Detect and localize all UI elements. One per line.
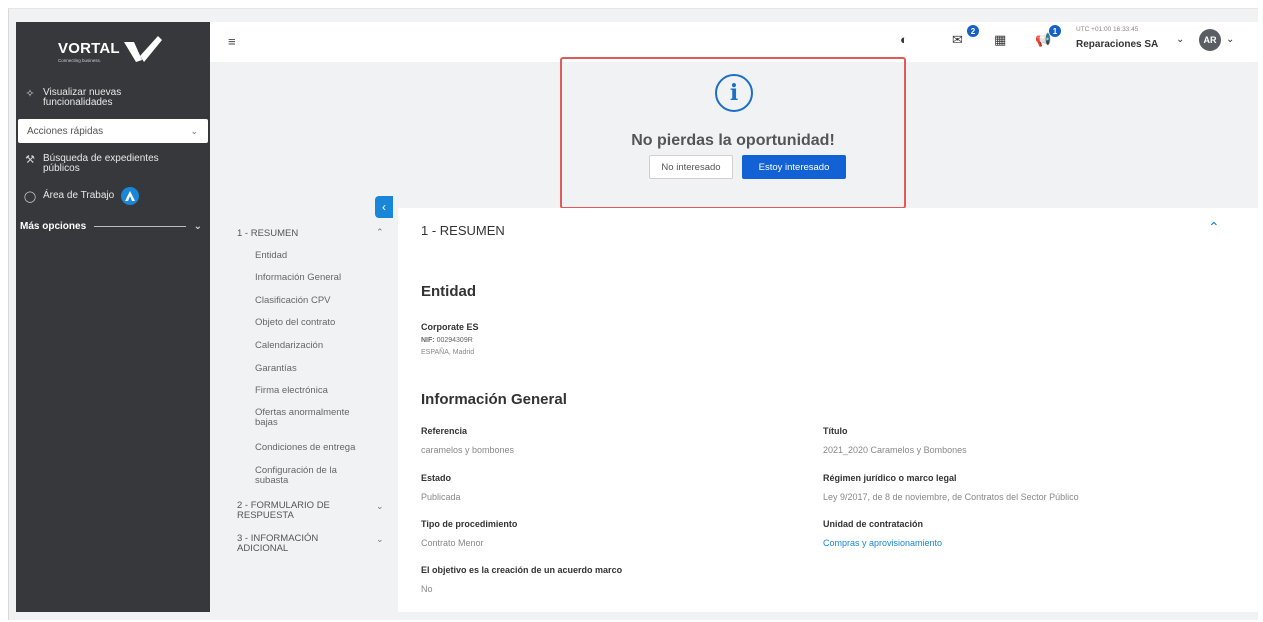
nif-label: NIF:	[421, 337, 435, 344]
main-content	[398, 208, 1258, 612]
mail-count-badge: 2	[967, 25, 979, 37]
field-label: Régimen jurídico o marco legal	[823, 473, 957, 483]
quick-actions-select[interactable]: Acciones rápidas ⌄	[18, 119, 208, 143]
banner-title: No pierdas la oportunidad!	[631, 132, 835, 149]
workspace-badge-icon	[121, 187, 140, 205]
contrast-icon[interactable]: ◐	[900, 32, 908, 47]
chevron-down-icon: ⌄	[193, 221, 202, 232]
info-icon: i	[715, 74, 753, 112]
sidebar-item-search-public[interactable]: ⚒ Búsqueda de expedientes públicos	[24, 154, 173, 174]
contracting-unit-link[interactable]: Compras y aprovisionamiento	[823, 538, 942, 548]
sidebar-item-label: Visualizar nuevas funcionalidades	[43, 87, 122, 108]
field-label: Unidad de contratación	[823, 519, 924, 529]
sparkle-icon: ✧	[25, 88, 35, 100]
announcement-count-badge: 1	[1049, 25, 1061, 37]
chevron-down-icon[interactable]: ⌄	[1226, 34, 1234, 45]
nav-item-firma-electronica[interactable]: Firma electrónica	[255, 386, 371, 396]
sidebar-item-label: Área de Trabajo	[43, 190, 115, 201]
nav-item-clasificacion-cpv[interactable]: Clasificación CPV	[255, 296, 371, 306]
user-timezone: UTC +01:00 16:33:45	[1076, 26, 1139, 33]
nav-section-informacion-adicional[interactable]: 3 - INFORMACIÓN ADICIONAL	[237, 534, 347, 554]
quick-actions-label: Acciones rápidas	[27, 125, 104, 137]
more-options-label: Más opciones	[20, 221, 87, 232]
logo-wordmark: VORTAL	[58, 40, 120, 57]
nav-section-formulario[interactable]: 2 - FORMULARIO DE RESPUESTA	[237, 501, 347, 521]
gavel-icon: ⚒	[25, 154, 35, 166]
nav-item-condiciones-entrega[interactable]: Condiciones de entrega	[255, 443, 371, 453]
chevron-down-icon[interactable]: ⌄	[1176, 34, 1184, 45]
field-value: No	[421, 584, 433, 594]
logo-mark-icon	[124, 36, 162, 62]
interested-button[interactable]: Estoy interesado	[742, 155, 846, 179]
collapse-nav-icon[interactable]: ‹	[375, 196, 393, 218]
nav-item-objeto-contrato[interactable]: Objeto del contrato	[255, 318, 371, 328]
chevron-down-icon[interactable]: ⌄	[376, 501, 384, 512]
field-value: Ley 9/2017, de 8 de noviembre, de Contra…	[823, 492, 1079, 502]
field-label: El objetivo es la creación de un acuerdo…	[421, 565, 623, 575]
vortal-logo[interactable]: VORTAL Connecting business.	[58, 36, 178, 66]
calendar-icon[interactable]: ▦	[994, 32, 1006, 48]
field-value: Contrato Menor	[421, 538, 484, 548]
nav-item-calendarizacion[interactable]: Calendarización	[255, 341, 371, 351]
field-label: Título	[823, 426, 848, 436]
menu-toggle-icon[interactable]: ≡	[228, 34, 236, 49]
avatar[interactable]: AR	[1199, 29, 1221, 51]
opportunity-banner: i No pierdas la oportunidad! No interesa…	[560, 57, 906, 209]
top-bar: ≡ ◐ ✉ 2 ▦ 📢 1 UTC +01:00 16:33:45 Repara…	[210, 22, 1258, 62]
workspace-icon: ◯	[23, 191, 37, 203]
company-name[interactable]: Reparaciones SA	[1076, 39, 1158, 50]
nav-item-garantias[interactable]: Garantías	[255, 364, 371, 374]
chevron-down-icon[interactable]: ⌄	[376, 534, 384, 545]
entity-location: ESPAÑA, Madrid	[421, 349, 475, 356]
more-options-toggle[interactable]: Más opciones ⌄	[20, 221, 202, 232]
divider	[94, 226, 186, 227]
field-value: Publicada	[421, 492, 461, 502]
nav-item-ofertas-bajas[interactable]: Ofertas anormalmente bajas	[255, 408, 367, 428]
field-label: Tipo de procedimiento	[421, 519, 518, 529]
field-value: 2021_2020 Caramelos y Bombones	[823, 445, 967, 455]
field-label: Estado	[421, 473, 452, 483]
chevron-up-icon[interactable]: ⌃	[376, 227, 384, 238]
mail-icon[interactable]: ✉	[952, 32, 963, 48]
not-interested-button[interactable]: No interesado	[649, 155, 733, 179]
sidebar-item-workspace[interactable]: ◯ Área de Trabajo	[23, 187, 140, 209]
megaphone-icon[interactable]: 📢	[1035, 32, 1051, 48]
entity-name: Corporate ES	[421, 322, 479, 332]
chevron-up-icon[interactable]: ⌃	[1208, 219, 1220, 236]
nav-item-configuracion-subasta[interactable]: Configuración de la subasta	[255, 466, 355, 486]
logo-tagline: Connecting business.	[58, 58, 102, 63]
nav-item-entidad[interactable]: Entidad	[255, 251, 371, 261]
chevron-down-icon: ⌄	[190, 125, 198, 136]
general-info-heading: Información General	[421, 391, 567, 408]
entity-heading: Entidad	[421, 283, 476, 300]
sidebar-item-label: Búsqueda de expedientes públicos	[43, 153, 159, 174]
field-label: Referencia	[421, 426, 468, 436]
entity-nif: NIF: 00294309R	[421, 337, 473, 344]
section-title: 1 - RESUMEN	[421, 223, 505, 238]
nif-value: 00294309R	[436, 337, 473, 344]
sidebar: VORTAL Connecting business. ✧ Visualizar…	[16, 22, 210, 612]
field-value: caramelos y bombones	[421, 445, 515, 455]
nav-item-informacion-general[interactable]: Información General	[255, 273, 371, 283]
nav-section-resumen[interactable]: 1 - RESUMEN	[237, 229, 357, 239]
sidebar-item-new-features[interactable]: ✧ Visualizar nuevas funcionalidades	[24, 88, 153, 108]
